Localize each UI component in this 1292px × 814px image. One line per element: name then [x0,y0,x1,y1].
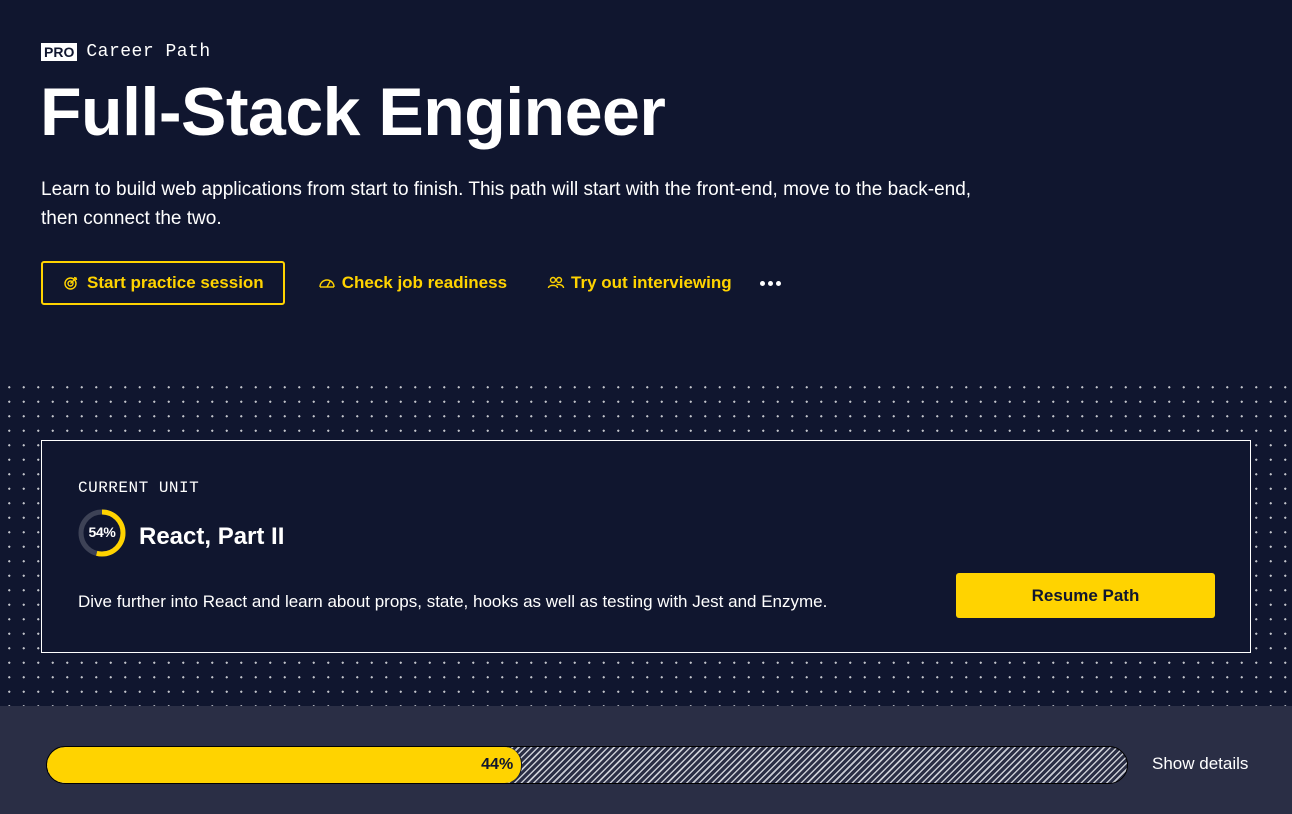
target-icon [63,275,79,291]
try-interviewing-label: Try out interviewing [571,273,732,292]
resume-path-button[interactable]: Resume Path [956,573,1215,618]
start-practice-label: Start practice session [87,273,264,292]
action-bar: Start practice session Check job readine… [41,261,781,305]
path-progress-bar: 44% [46,746,1128,784]
path-progress-fill: 44% [47,747,523,783]
gauge-icon [318,275,335,291]
check-job-readiness-label: Check job readiness [341,273,508,292]
start-practice-button[interactable]: Start practice session [41,261,285,305]
path-progress-footer: 44% Show details [0,706,1292,814]
eyebrow-label: Career Path [86,42,211,62]
try-interviewing-button[interactable]: Try out interviewing [547,273,732,293]
career-path-page: PRO Career Path Full-Stack Engineer Lear… [0,0,1292,814]
show-details-link[interactable]: Show details [1152,754,1248,774]
eyebrow: PRO Career Path [41,42,211,62]
people-icon [547,275,565,291]
current-unit-label: CURRENT UNIT [78,479,200,497]
unit-progress-text: 54% [88,524,116,540]
path-description: Learn to build web applications from sta… [41,179,972,229]
path-progress-text: 44% [481,756,514,773]
current-unit-card: CURRENT UNIT 54% React, Part II Dive fur… [41,440,1251,653]
unit-description: Dive further into React and learn about … [78,592,828,611]
page-title: Full-Stack Engineer [40,74,666,150]
pro-badge: PRO [41,43,78,61]
check-job-readiness-button[interactable]: Check job readiness [318,273,507,293]
unit-title: React, Part II [139,523,285,550]
more-horizontal-icon[interactable] [759,273,781,293]
unit-progress-ring: 54% [77,508,127,558]
